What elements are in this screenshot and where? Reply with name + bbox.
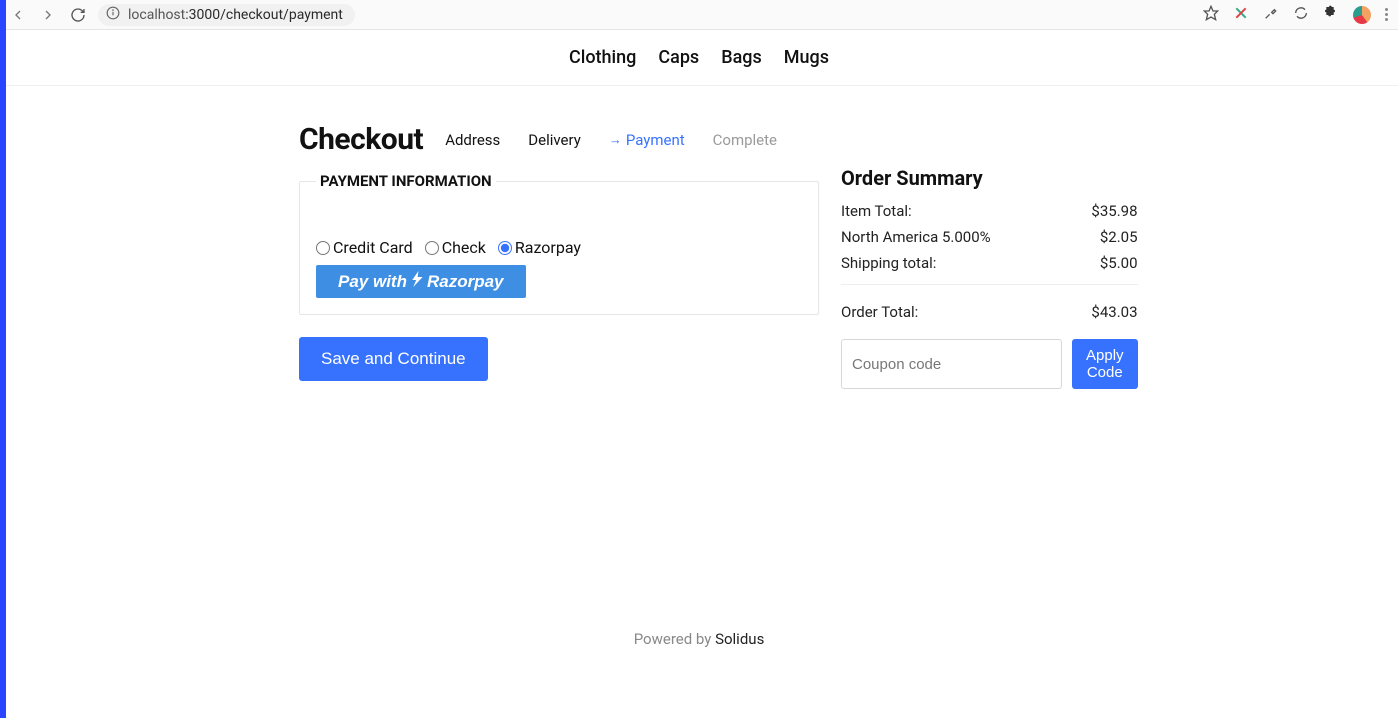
nav-caps[interactable]: Caps (658, 47, 699, 68)
summary-separator (841, 284, 1138, 285)
footer: Powered by Solidus (0, 630, 1398, 648)
line-item-total: Item Total: $35.98 (841, 202, 1138, 220)
payment-fieldset: PAYMENT INFORMATION Credit Card Check Ra… (299, 172, 819, 315)
order-summary-title: Order Summary (841, 166, 1138, 190)
coupon-code-input[interactable] (841, 339, 1062, 389)
razorpay-bolt-icon (409, 271, 424, 292)
step-address[interactable]: Address (445, 131, 500, 149)
browser-toolbar: localhost:3000/checkout/payment (0, 0, 1398, 30)
footer-prefix: Powered by (634, 630, 715, 648)
arrow-right-icon: → (609, 132, 622, 148)
apply-code-button[interactable]: Apply Code (1072, 339, 1138, 389)
razorpay-pay-button[interactable]: Pay with Razorpay (316, 265, 526, 298)
payment-check[interactable]: Check (425, 238, 486, 257)
payment-legend: PAYMENT INFORMATION (316, 172, 496, 190)
extension-sync-icon[interactable] (1293, 5, 1309, 25)
payment-razorpay[interactable]: Razorpay (498, 238, 581, 257)
payment-credit-card-radio[interactable] (316, 241, 330, 255)
payment-check-label: Check (442, 238, 486, 257)
kebab-menu-icon[interactable] (1385, 8, 1388, 21)
payment-credit-card[interactable]: Credit Card (316, 238, 413, 257)
save-continue-button[interactable]: Save and Continue (299, 337, 488, 381)
extensions-puzzle-icon[interactable] (1323, 5, 1339, 25)
url-text: localhost:3000/checkout/payment (128, 7, 343, 23)
nav-bags[interactable]: Bags (721, 47, 762, 68)
item-total-value: $35.98 (1091, 202, 1137, 220)
step-delivery[interactable]: Delivery (528, 131, 581, 149)
star-icon[interactable] (1203, 5, 1219, 25)
line-shipping: Shipping total: $5.00 (841, 254, 1138, 272)
step-complete: Complete (713, 131, 777, 149)
payment-razorpay-radio[interactable] (498, 241, 512, 255)
payment-check-radio[interactable] (425, 241, 439, 255)
back-icon[interactable] (10, 7, 26, 23)
forward-icon[interactable] (40, 7, 56, 23)
line-order-total: Order Total: $43.03 (841, 303, 1138, 321)
eyedropper-icon[interactable] (1263, 5, 1279, 25)
razorpay-brand: Razorpay (427, 272, 504, 292)
line-tax: North America 5.000% $2.05 (841, 228, 1138, 246)
payment-credit-card-label: Credit Card (333, 238, 413, 257)
window-left-accent (0, 0, 6, 718)
page-title: Checkout (299, 122, 423, 157)
site-nav: Clothing Caps Bags Mugs (0, 30, 1398, 86)
payment-razorpay-label: Razorpay (515, 238, 581, 257)
shipping-label: Shipping total: (841, 254, 936, 272)
reload-icon[interactable] (70, 7, 86, 23)
profile-avatar-icon[interactable] (1353, 6, 1371, 24)
site-info-icon[interactable] (106, 6, 120, 24)
checkout-steps: Address Delivery → Payment Complete (445, 131, 777, 149)
nav-clothing[interactable]: Clothing (569, 47, 636, 68)
order-total-label: Order Total: (841, 303, 918, 321)
address-bar[interactable]: localhost:3000/checkout/payment (98, 4, 355, 26)
order-total-value: $43.03 (1091, 303, 1137, 321)
footer-brand[interactable]: Solidus (715, 630, 764, 648)
extension-x-icon[interactable] (1233, 5, 1249, 25)
shipping-value: $5.00 (1100, 254, 1138, 272)
razorpay-prefix: Pay with (338, 272, 407, 292)
nav-mugs[interactable]: Mugs (784, 47, 829, 68)
tax-label: North America 5.000% (841, 228, 991, 246)
step-payment[interactable]: → Payment (609, 131, 685, 149)
tax-value: $2.05 (1100, 228, 1138, 246)
item-total-label: Item Total: (841, 202, 912, 220)
step-payment-label: Payment (626, 131, 685, 149)
